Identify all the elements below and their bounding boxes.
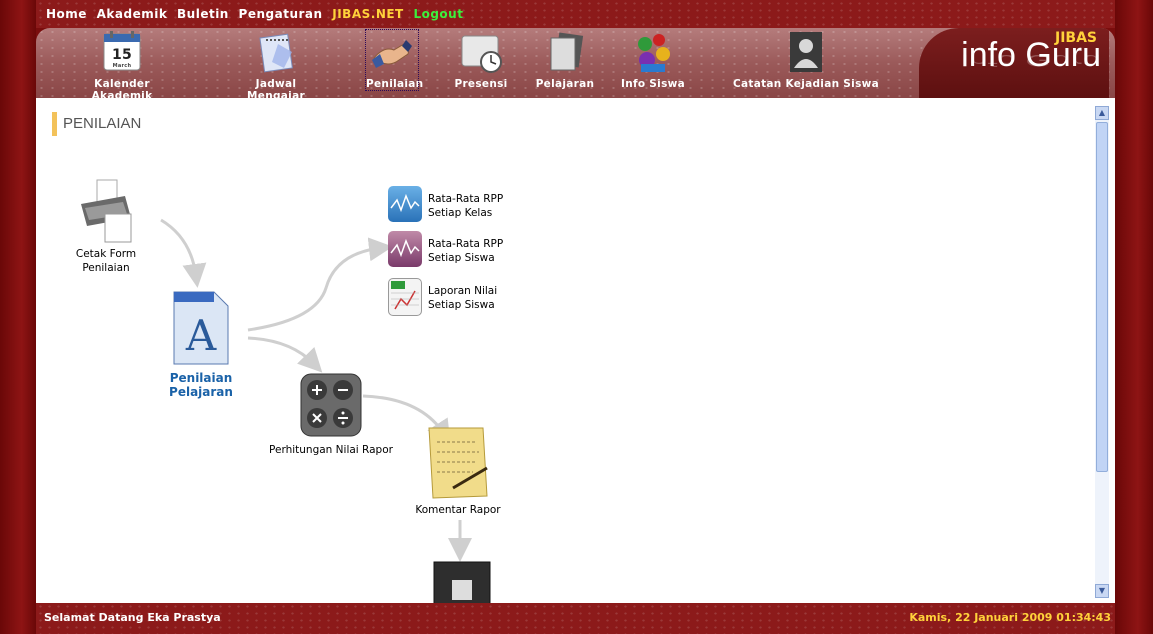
main-toolbar: 15 March Kalender Akademik Jadwal Mengaj… <box>36 28 1115 98</box>
vertical-scrollbar[interactable]: ▲ ▼ <box>1095 106 1109 598</box>
documents-icon <box>543 30 587 74</box>
laporan-nilai-label-2: Setiap Siswa <box>428 299 495 311</box>
brand-reflection: info Guru <box>961 51 1101 70</box>
rata-rpp-kelas-label-2: Setiap Kelas <box>428 207 493 219</box>
chart-purple-icon <box>388 231 422 267</box>
toolbar-label: Catatan Kejadian Siswa <box>732 78 880 90</box>
notepaper-icon <box>428 427 488 499</box>
notepad-icon <box>254 30 298 74</box>
menu-akademik[interactable]: Akademik <box>97 7 168 21</box>
left-frame <box>0 0 36 634</box>
svg-text:A: A <box>185 311 217 360</box>
penilaian-pelajaran[interactable]: A Penilaian Pelajaran <box>136 288 266 399</box>
scroll-down-icon[interactable]: ▼ <box>1095 584 1109 598</box>
perhitungan-label: Perhitungan Nilai Rapor <box>269 444 393 456</box>
rata-rpp-kelas[interactable]: Rata-Rata RPP Setiap Kelas <box>388 186 528 226</box>
komentar-label: Komentar Rapor <box>415 504 501 516</box>
toolbar-label: Info Siswa <box>620 78 686 90</box>
handshake-icon <box>370 30 414 74</box>
rata-rpp-siswa[interactable]: Rata-Rata RPP Setiap Siswa <box>388 231 528 271</box>
user-silhouette-icon <box>784 30 828 74</box>
toolbar-presensi[interactable]: Presensi <box>446 30 516 90</box>
penilaian-pelajaran-label: Penilaian Pelajaran <box>169 371 233 399</box>
rata-rpp-kelas-label-1: Rata-Rata RPP <box>428 193 504 205</box>
laporan-nilai-label-1: Laporan Nilai <box>428 285 498 297</box>
toolbar-catatan-kejadian-siswa[interactable]: Catatan Kejadian Siswa <box>726 30 886 90</box>
welcome-text: Selamat Datang Eka Prastya <box>44 611 221 624</box>
scroll-thumb[interactable] <box>1096 122 1108 472</box>
menu-home[interactable]: Home <box>46 7 87 21</box>
cetak-form-penilaian[interactable]: Cetak Form Penilaian <box>66 178 146 275</box>
content-panel: PENILAIAN Cetak Form Penilaian A Penilai… <box>36 98 1115 603</box>
brand-logo: JIBAS info Guru info Guru <box>919 28 1109 98</box>
toolbar-kalender-akademik[interactable]: 15 March Kalender Akademik <box>66 30 178 98</box>
perhitungan-nilai-rapor[interactable]: Perhitungan Nilai Rapor <box>264 372 398 457</box>
right-frame <box>1115 0 1153 634</box>
dark-document-icon <box>433 561 491 603</box>
chart-blue-icon <box>388 186 422 222</box>
calendar-month: March <box>113 63 132 69</box>
calendar-day: 15 <box>112 47 132 63</box>
top-menu-bar: Home Akademik Buletin Pengaturan JIBAS.N… <box>36 0 1115 28</box>
students-icon <box>631 30 675 74</box>
toolbar-penilaian[interactable]: Penilaian <box>365 29 424 91</box>
komentar-rapor[interactable]: Komentar Rapor <box>408 424 508 517</box>
spreadsheet-icon <box>388 278 422 316</box>
status-bar: Selamat Datang Eka Prastya Kamis, 22 Jan… <box>36 603 1115 634</box>
toolbar-info-siswa[interactable]: Info Siswa <box>616 30 690 90</box>
toolbar-label: Presensi <box>454 78 508 90</box>
rata-rpp-siswa-label-1: Rata-Rata RPP <box>428 238 504 250</box>
clock-icon <box>459 30 503 74</box>
menu-buletin[interactable]: Buletin <box>177 7 229 21</box>
toolbar-jadwal-mengajar[interactable]: Jadwal Mengajar <box>226 30 326 98</box>
toolbar-pelajaran[interactable]: Pelajaran <box>530 30 600 90</box>
menu-jibas-net[interactable]: JIBAS.NET <box>332 7 404 21</box>
toolbar-label: Jadwal Mengajar <box>247 78 305 98</box>
rata-rpp-siswa-label-2: Setiap Siswa <box>428 252 495 264</box>
font-document-icon: A <box>173 291 229 365</box>
cetak-form-label-1: Cetak Form <box>75 248 137 260</box>
menu-pengaturan[interactable]: Pengaturan <box>239 7 323 21</box>
laporan-nilai-siswa[interactable]: Laporan Nilai Setiap Siswa <box>388 278 528 318</box>
calendar-icon: 15 March <box>100 30 144 74</box>
toolbar-label: Penilaian <box>366 78 424 90</box>
toolbar-label: Pelajaran <box>535 78 595 90</box>
printer-icon <box>81 179 132 243</box>
next-flow-node[interactable] <box>432 560 492 603</box>
cetak-form-label-2: Penilaian <box>82 262 130 274</box>
menu-logout[interactable]: Logout <box>413 7 463 21</box>
toolbar-label: Kalender Akademik <box>91 78 153 98</box>
calculator-icon <box>300 373 362 437</box>
clock-text: Kamis, 22 Januari 2009 01:34:43 <box>909 611 1111 624</box>
scroll-up-icon[interactable]: ▲ <box>1095 106 1109 120</box>
